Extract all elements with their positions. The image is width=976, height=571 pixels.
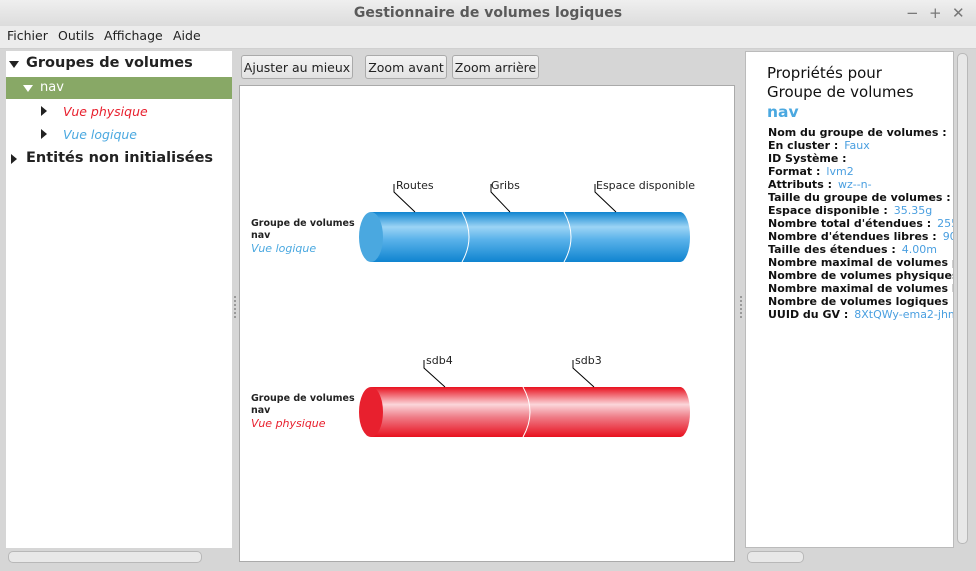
properties-heading-2: Groupe de volumes: [767, 83, 914, 101]
property-row: Nombre maximal de volumes pl: [768, 255, 953, 269]
diagram-canvas: Routes Gribs Espace disponible Groupe de…: [239, 85, 735, 562]
property-row: Nom du groupe de volumes :n: [768, 125, 954, 139]
logical-group-title: Groupe de volumes: [251, 218, 355, 229]
property-row: Format : lvm2: [768, 164, 854, 178]
tree-item-logical-view[interactable]: Vue logique: [6, 124, 238, 146]
property-row: Nombre total d'étendues :255: [768, 216, 953, 230]
property-row: En cluster : Faux: [768, 138, 870, 152]
segment-label-free: Espace disponible: [596, 179, 696, 192]
properties-scrollbar-h[interactable]: [747, 551, 804, 563]
property-row: Attributs : wz--n-: [768, 177, 872, 191]
lv-body: [371, 212, 680, 262]
menu-outils[interactable]: Outils: [58, 28, 94, 43]
segment-label-routes: Routes: [396, 179, 434, 192]
physical-volume-cylinder[interactable]: [359, 386, 690, 438]
pv-end: [670, 387, 690, 437]
segment-label-sdb3: sdb3: [575, 354, 602, 367]
menu-affichage[interactable]: Affichage: [104, 28, 163, 43]
pv-body: [371, 387, 680, 437]
lv-cap: [359, 212, 383, 262]
diagram-svg: [359, 184, 690, 438]
zoom-out-button[interactable]: Zoom arrière: [452, 55, 539, 79]
physical-view-label: Vue physique: [251, 417, 326, 430]
pv-cap: [359, 387, 383, 437]
segment-label-sdb4: sdb4: [426, 354, 453, 367]
property-value: 90: [942, 230, 953, 243]
property-row: Espace disponible :35.35g: [768, 203, 932, 217]
physical-group-title: Groupe de volumes: [251, 393, 355, 404]
properties-heading-1: Propriétés pour: [767, 64, 882, 82]
expander-icon[interactable]: [9, 61, 19, 68]
property-row: Nombre maximal de volumes lo: [768, 281, 953, 295]
fit-button[interactable]: Ajuster au mieux: [241, 55, 353, 79]
menu-aide[interactable]: Aide: [173, 28, 201, 43]
property-row: Nombre de volumes logiques :: [768, 294, 953, 308]
menu-bar: Fichier Outils Affichage Aide: [0, 26, 976, 49]
logical-group-name: nav: [251, 230, 271, 241]
close-icon[interactable]: ✕: [952, 4, 965, 22]
tree-item-label: Vue physique: [63, 104, 148, 119]
property-row: ID Système :: [768, 151, 853, 165]
logical-view-label: Vue logique: [251, 242, 317, 255]
minimize-icon[interactable]: −: [906, 4, 919, 22]
tree-item-label: Entités non initialisées: [26, 150, 214, 166]
tree-item-label: Vue logique: [63, 127, 137, 142]
properties-panel: Propriétés pour Groupe de volumes nav No…: [745, 51, 954, 548]
window-title: Gestionnaire de volumes logiques: [353, 5, 623, 21]
lv-end: [670, 212, 690, 262]
menu-fichier[interactable]: Fichier: [7, 28, 48, 43]
property-label: UUID du GV :: [768, 308, 849, 321]
segment-label-gribs: Gribs: [491, 179, 520, 192]
property-row: Nombre de volumes physiques :: [768, 268, 953, 282]
tree-item-uninitialized[interactable]: Entités non initialisées: [6, 148, 238, 170]
property-value: n: [953, 126, 954, 139]
maximize-icon[interactable]: +: [929, 4, 942, 22]
property-row: Nombre d'étendues libres :90: [768, 229, 953, 243]
expander-icon[interactable]: [23, 85, 33, 92]
tree-scrollbar[interactable]: [8, 551, 202, 563]
zoom-in-button[interactable]: Zoom avant: [365, 55, 447, 79]
expander-icon[interactable]: [41, 106, 47, 116]
properties-scrollbar-v[interactable]: [957, 53, 968, 544]
tree-item-label: Groupes de volumes: [26, 55, 193, 71]
expander-icon[interactable]: [41, 129, 47, 139]
physical-group-name: nav: [251, 405, 271, 416]
expander-icon[interactable]: [11, 154, 17, 164]
tree-panel: Groupes de volumes nav Vue physique Vue …: [6, 51, 232, 563]
tree-item-label: nav: [40, 80, 64, 95]
right-splitter-grip[interactable]: [740, 296, 742, 320]
logical-volume-cylinder[interactable]: [359, 211, 690, 263]
properties-heading-name: nav: [767, 103, 799, 121]
property-row: UUID du GV : 8XtQWy-ema2-jhm: [768, 307, 954, 321]
property-value: 8XtQWy-ema2-jhm: [854, 308, 954, 321]
tree-item-nav[interactable]: nav: [6, 77, 232, 99]
property-row: Taille des étendues :4.00m: [768, 242, 937, 256]
tree-item-physical-view[interactable]: Vue physique: [6, 101, 238, 123]
title-bar: Gestionnaire de volumes logiques − + ✕: [0, 0, 976, 27]
left-splitter-grip[interactable]: [234, 296, 236, 320]
property-row: Taille du groupe de volumes :: [768, 190, 953, 204]
tree-item-volume-groups[interactable]: Groupes de volumes: [6, 53, 238, 75]
